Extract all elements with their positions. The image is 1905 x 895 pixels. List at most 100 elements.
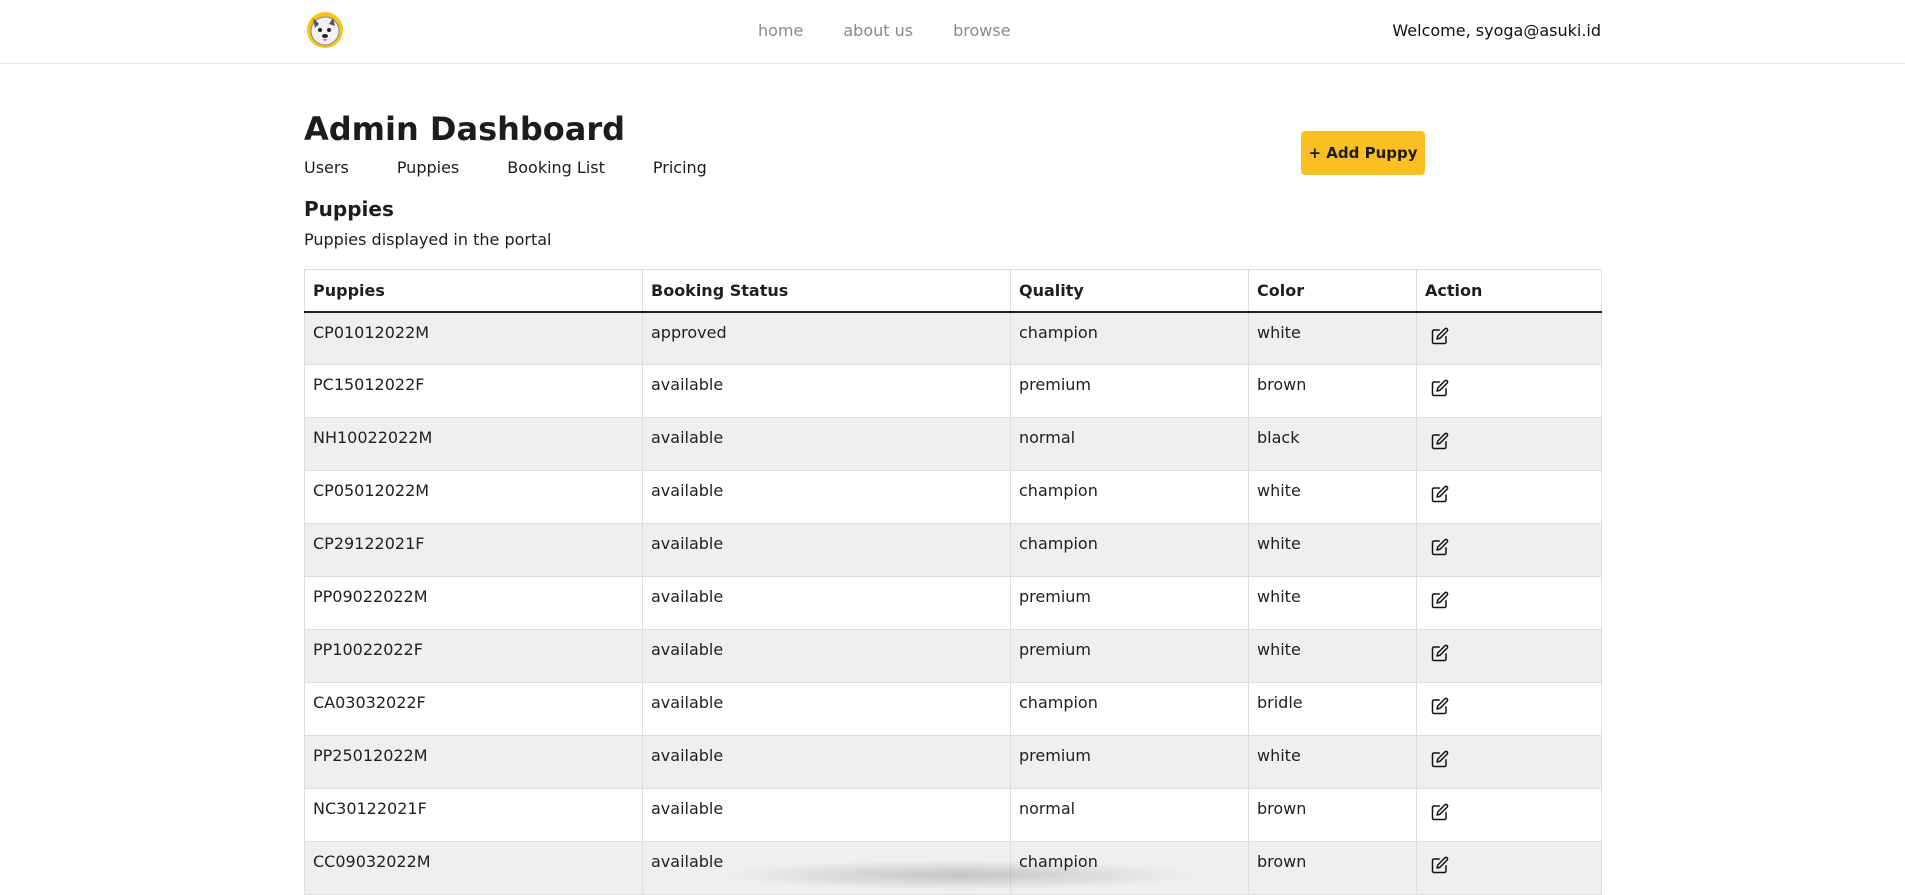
edit-icon[interactable]	[1431, 644, 1449, 662]
booking-status-cell: available	[642, 417, 1011, 471]
puppy-code-cell: PC15012022F	[304, 364, 643, 418]
puppy-code-cell: CP01012022M	[304, 311, 643, 365]
welcome-user-text[interactable]: Welcome, syoga@asuki.id	[1392, 21, 1601, 40]
color-cell: white	[1248, 470, 1417, 524]
quality-cell: premium	[1010, 629, 1249, 683]
puppies-table: Puppies Booking Status Quality Color Act…	[304, 269, 1602, 895]
table-row: NH10022022M available normal black	[304, 417, 1602, 471]
tab-pricing[interactable]: Pricing	[653, 158, 707, 177]
booking-status-cell: available	[642, 629, 1011, 683]
color-cell: white	[1248, 735, 1417, 789]
quality-cell: premium	[1010, 364, 1249, 418]
color-cell: white	[1248, 629, 1417, 683]
add-puppy-button[interactable]: + Add Puppy	[1301, 131, 1425, 175]
column-header-puppies[interactable]: Puppies	[304, 269, 643, 313]
tab-users[interactable]: Users	[304, 158, 349, 177]
table-row: CP05012022M available champion white	[304, 470, 1602, 524]
column-header-booking-status[interactable]: Booking Status	[642, 269, 1011, 313]
puppy-code-cell: NC30122021F	[304, 788, 643, 842]
puppy-code-cell: CC09032022M	[304, 841, 643, 895]
edit-icon[interactable]	[1431, 697, 1449, 715]
puppies-table-container: Puppies Booking Status Quality Color Act…	[304, 269, 1602, 895]
booking-status-cell: available	[642, 682, 1011, 736]
column-header-quality[interactable]: Quality	[1010, 269, 1249, 313]
action-cell	[1416, 470, 1602, 524]
booking-status-cell: available	[642, 735, 1011, 789]
edit-icon[interactable]	[1431, 432, 1449, 450]
booking-status-cell: available	[642, 364, 1011, 418]
color-cell: bridle	[1248, 682, 1417, 736]
column-header-color[interactable]: Color	[1248, 269, 1417, 313]
quality-cell: premium	[1010, 576, 1249, 630]
tab-puppies[interactable]: Puppies	[397, 158, 459, 177]
edit-icon[interactable]	[1431, 856, 1449, 874]
column-header-action: Action	[1416, 269, 1602, 313]
color-cell: white	[1248, 523, 1417, 577]
tab-booking-list[interactable]: Booking List	[507, 158, 605, 177]
booking-status-cell: available	[642, 470, 1011, 524]
table-row: PP09022022M available premium white	[304, 576, 1602, 630]
booking-status-cell: available	[642, 788, 1011, 842]
quality-cell: champion	[1010, 682, 1249, 736]
table-row: CP29122021F available champion white	[304, 523, 1602, 577]
admin-tabs: Users Puppies Booking List Pricing	[304, 158, 707, 177]
quality-cell: normal	[1010, 417, 1249, 471]
table-body: CP01012022M approved champion white PC150120…	[304, 311, 1602, 895]
booking-status-cell: available	[642, 576, 1011, 630]
color-cell: brown	[1248, 364, 1417, 418]
quality-cell: champion	[1010, 311, 1249, 365]
page-title: Admin Dashboard	[304, 110, 626, 148]
table-row: PC15012022F available premium brown	[304, 364, 1602, 418]
color-cell: brown	[1248, 841, 1417, 895]
edit-icon[interactable]	[1431, 591, 1449, 609]
puppy-code-cell: PP25012022M	[304, 735, 643, 789]
action-cell	[1416, 788, 1602, 842]
top-navbar: home about us browse Welcome, syoga@asuk…	[0, 0, 1905, 64]
booking-status-cell: available	[642, 523, 1011, 577]
edit-icon[interactable]	[1431, 750, 1449, 768]
action-cell	[1416, 735, 1602, 789]
edit-icon[interactable]	[1431, 538, 1449, 556]
puppy-code-cell: NH10022022M	[304, 417, 643, 471]
puppy-code-cell: PP10022022F	[304, 629, 643, 683]
quality-cell: normal	[1010, 788, 1249, 842]
edit-icon[interactable]	[1431, 803, 1449, 821]
table-row: NC30122021F available normal brown	[304, 788, 1602, 842]
edit-icon[interactable]	[1431, 327, 1449, 345]
nav-home-link[interactable]: home	[758, 21, 803, 40]
action-cell	[1416, 682, 1602, 736]
table-row: PP25012022M available premium white	[304, 735, 1602, 789]
table-header-row: Puppies Booking Status Quality Color Act…	[304, 269, 1602, 313]
color-cell: black	[1248, 417, 1417, 471]
puppy-code-cell: PP09022022M	[304, 576, 643, 630]
action-cell	[1416, 364, 1602, 418]
action-cell	[1416, 417, 1602, 471]
edit-icon[interactable]	[1431, 379, 1449, 397]
color-cell: brown	[1248, 788, 1417, 842]
quality-cell: premium	[1010, 735, 1249, 789]
quality-cell: champion	[1010, 523, 1249, 577]
action-cell	[1416, 576, 1602, 630]
quality-cell: champion	[1010, 470, 1249, 524]
table-row: PP10022022F available premium white	[304, 629, 1602, 683]
nav-about-link[interactable]: about us	[843, 21, 913, 40]
floating-shadow	[720, 860, 1200, 890]
puppy-code-cell: CA03032022F	[304, 682, 643, 736]
nav-browse-link[interactable]: browse	[953, 21, 1010, 40]
puppy-logo-icon[interactable]	[305, 10, 345, 50]
action-cell	[1416, 841, 1602, 895]
table-row: CA03032022F available champion bridle	[304, 682, 1602, 736]
section-subtitle: Puppies displayed in the portal	[304, 230, 552, 249]
puppy-code-cell: CP05012022M	[304, 470, 643, 524]
color-cell: white	[1248, 576, 1417, 630]
edit-icon[interactable]	[1431, 485, 1449, 503]
action-cell	[1416, 629, 1602, 683]
puppy-code-cell: CP29122021F	[304, 523, 643, 577]
color-cell: white	[1248, 311, 1417, 365]
action-cell	[1416, 523, 1602, 577]
action-cell	[1416, 311, 1602, 365]
table-row: CP01012022M approved champion white	[304, 311, 1602, 365]
section-title: Puppies	[304, 197, 394, 221]
main-nav: home about us browse	[758, 21, 1051, 40]
booking-status-cell: approved	[642, 311, 1011, 365]
